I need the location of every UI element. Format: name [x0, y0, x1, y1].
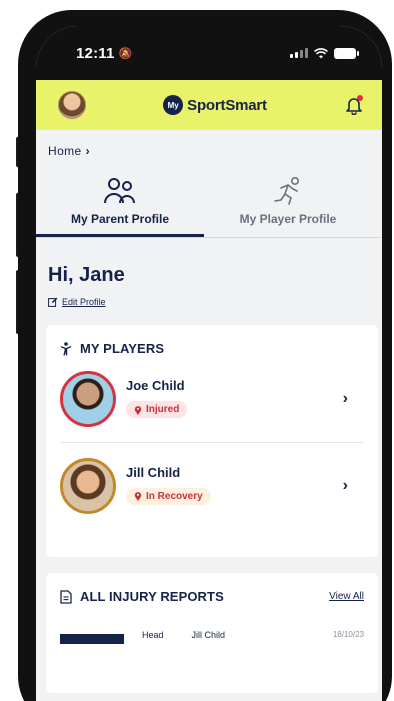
- status-bar: 12:11 🔕: [36, 26, 382, 80]
- chevron-right-icon: ›: [342, 476, 348, 494]
- player-figure-icon: [61, 341, 71, 355]
- view-all-link[interactable]: View All: [329, 591, 364, 602]
- parent-users-icon: [104, 178, 135, 204]
- running-player-icon: [274, 176, 299, 205]
- edit-profile-label: Edit Profile: [62, 297, 106, 307]
- player-avatar: [60, 457, 116, 514]
- status-badge: Injured: [126, 401, 188, 419]
- notification-dot: [357, 95, 363, 101]
- location-pin-icon: [134, 492, 142, 502]
- brand-logo: My SportSmart: [163, 95, 267, 115]
- tab-player-profile[interactable]: My Player Profile: [204, 168, 372, 237]
- injury-reports-card: ALL INJURY REPORTS View All Head Jill Ch…: [46, 573, 378, 693]
- user-avatar[interactable]: [58, 91, 86, 119]
- notifications-button[interactable]: [344, 95, 364, 116]
- chevron-right-icon: ›: [342, 390, 348, 407]
- tab-parent-profile[interactable]: My Parent Profile: [36, 168, 204, 237]
- status-badge: In Recovery: [126, 487, 211, 505]
- location-pin-icon: [134, 405, 142, 415]
- status-time: 12:11: [76, 44, 115, 62]
- report-thumbnail: [60, 634, 124, 644]
- silent-mode-icon: 🔕: [118, 47, 133, 60]
- injury-reports-title-text: ALL INJURY REPORTS: [80, 589, 224, 604]
- my-players-card: MY PLAYERS Joe Child Injured › Jill Chil…: [46, 325, 378, 557]
- report-date: 18/10/23: [332, 630, 364, 639]
- player-name: Joe Child: [126, 378, 185, 394]
- chevron-right-icon: ›: [85, 144, 91, 158]
- status-badge-label: Injured: [146, 404, 180, 416]
- report-player-name: Jill Child: [191, 630, 226, 640]
- breadcrumb: Home ›: [36, 130, 382, 158]
- edit-profile-link[interactable]: Edit Profile: [36, 287, 382, 307]
- tab-player-profile-label: My Player Profile: [239, 212, 337, 226]
- player-row-jill[interactable]: Jill Child In Recovery ›: [60, 442, 364, 528]
- status-icons: [290, 47, 359, 59]
- profile-tabs: My Parent Profile My Player Profile: [36, 168, 382, 238]
- report-injury-type: Head: [142, 630, 164, 640]
- tab-parent-profile-label: My Parent Profile: [36, 208, 204, 237]
- brand-badge: My: [163, 95, 184, 115]
- edit-icon: [48, 297, 58, 307]
- player-row-joe[interactable]: Joe Child Injured ›: [60, 356, 364, 442]
- my-players-title-text: MY PLAYERS: [80, 341, 165, 356]
- injury-reports-title: ALL INJURY REPORTS: [60, 589, 224, 604]
- brand-name: SportSmart: [187, 96, 267, 114]
- battery-icon: [334, 47, 359, 59]
- player-avatar: [60, 371, 116, 427]
- report-row[interactable]: Head Jill Child 18/10/23: [60, 630, 364, 644]
- document-icon: [60, 589, 72, 604]
- greeting-heading: Hi, Jane: [48, 264, 125, 286]
- my-players-title: MY PLAYERS: [60, 341, 364, 356]
- status-badge-label: In Recovery: [146, 490, 203, 502]
- app-header: My SportSmart: [36, 80, 382, 130]
- phone-screen: 12:11 🔕 My SportSmart Home › My Parent P…: [36, 26, 382, 701]
- signal-icon: [290, 48, 308, 58]
- player-name: Jill Child: [126, 464, 181, 480]
- wifi-icon: [314, 47, 328, 58]
- breadcrumb-home[interactable]: Home: [48, 144, 82, 158]
